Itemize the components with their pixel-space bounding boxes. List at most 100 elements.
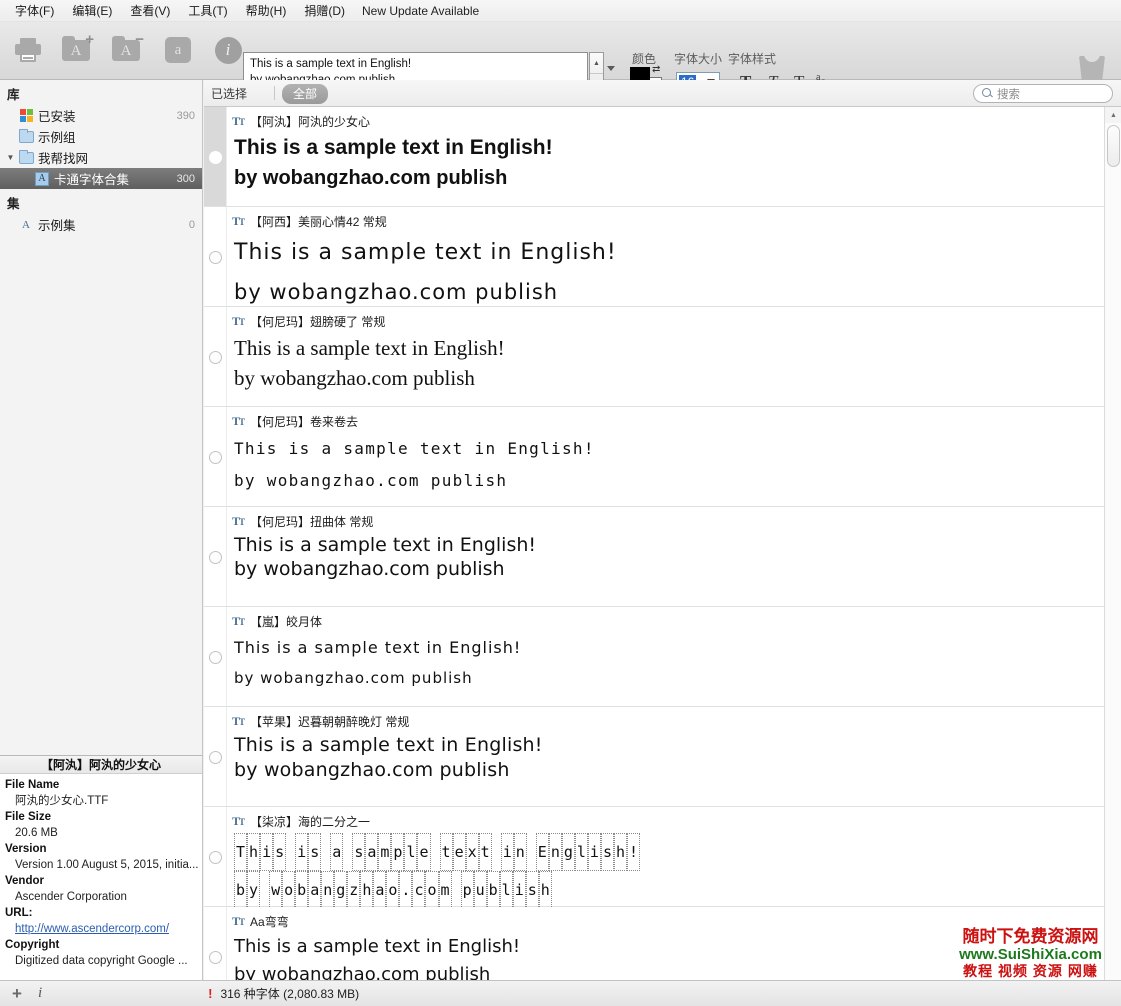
font-list-row[interactable]: TT【苹果】迟暮朝朝醉晚灯 常规 This is a sample text in…	[204, 707, 1121, 807]
font-sample-preview: This is a sample text in English!by woba…	[234, 533, 536, 581]
toolbar: A+ A− a i This is a sample text in Engli…	[0, 22, 1121, 80]
font-select-radio[interactable]	[209, 151, 222, 164]
sidebar-item-count: 300	[177, 173, 202, 185]
folder-icon	[19, 152, 34, 164]
list-header: 已选择 全部 搜索	[204, 80, 1121, 107]
new-update-available-link[interactable]: New Update Available	[354, 2, 487, 20]
add-font-folder-icon: A+	[62, 36, 94, 64]
scrollbar-thumb[interactable]	[1107, 125, 1120, 167]
truetype-icon: TT	[232, 214, 244, 229]
font-sample-line2: by wobangzhao.com publish	[234, 557, 536, 581]
sidebar-item-library-2[interactable]: ▼我帮找网	[0, 147, 202, 168]
font-list[interactable]: TT 【阿汍】阿汍的少女心 This is a sample text in Eng…	[204, 107, 1121, 980]
info-key-5: Copyright	[5, 937, 202, 953]
search-placeholder: 搜索	[997, 86, 1020, 102]
truetype-icon: TT	[232, 914, 244, 929]
swap-colors-icon[interactable]: ⇄	[652, 64, 660, 75]
font-sample-preview: This is a sample text in English!by woba…	[234, 333, 505, 393]
font-select-radio[interactable]	[209, 651, 222, 664]
font-info-button[interactable]: i	[208, 28, 248, 72]
font-select-radio[interactable]	[209, 351, 222, 364]
warning-icon: !	[208, 986, 212, 1001]
sidebar-item-library-3[interactable]: A卡通字体合集300	[0, 168, 202, 189]
menu-item-font[interactable]: 字体(F)	[6, 0, 63, 21]
sidebar-item-library-0[interactable]: 已安装390	[0, 105, 202, 126]
font-list-row[interactable]: TT 【何尼玛】翅膀硬了 常规 This is a sample text in E…	[204, 307, 1121, 407]
info-value-3: Ascender Corporation	[5, 889, 202, 905]
add-font-folder-button[interactable]: A+	[58, 28, 98, 72]
print-button[interactable]	[8, 28, 48, 72]
font-sample-preview: This is a sample text in English!by woba…	[234, 233, 617, 311]
scroll-up-icon[interactable]: ▲	[1105, 107, 1121, 123]
font-name: 【阿西】美丽心情42 常规	[250, 213, 387, 230]
truetype-icon: TT	[232, 114, 244, 129]
twisty-icon[interactable]: ▼	[4, 153, 17, 162]
font-list-row[interactable]: TT 【阿西】美丽心情42 常规 This is a sample text in …	[204, 207, 1121, 307]
menu-item-help[interactable]: 帮助(H)	[237, 0, 296, 21]
font-set-icon: A	[35, 172, 49, 186]
font-name: 【嵐】皎月体	[250, 613, 322, 630]
tab-all[interactable]: 全部	[282, 84, 328, 104]
sidebar-item-library-1[interactable]: 示例组	[0, 126, 202, 147]
font-select-radio[interactable]	[209, 551, 222, 564]
font-select-radio[interactable]	[209, 951, 222, 964]
menu-item-edit[interactable]: 编辑(E)	[63, 0, 121, 21]
font-select-radio[interactable]	[209, 751, 222, 764]
font-name: 【何尼玛】翅膀硬了 常规	[250, 313, 385, 330]
font-sample-preview: This is a sample text in English!by woba…	[234, 133, 553, 193]
info-key-4: URL:	[5, 905, 202, 921]
remove-font-folder-button[interactable]: A−	[108, 28, 148, 72]
menu-item-donate[interactable]: 捐赠(D)	[295, 0, 354, 21]
menu-item-view[interactable]: 查看(V)	[121, 0, 179, 21]
add-button[interactable]: +	[12, 984, 22, 1004]
font-list-row[interactable]: TTAa弯弯This is a sample text in English!b…	[204, 907, 1121, 980]
font-name: 【阿汍】阿汍的少女心	[250, 113, 370, 130]
font-select-radio[interactable]	[209, 251, 222, 264]
tab-selected[interactable]: 已选择	[211, 85, 247, 102]
sidebar-item-label: 已安装	[35, 106, 177, 125]
font-row-header: TT 【嵐】皎月体	[232, 613, 322, 630]
font-row-header: TT【何尼玛】扭曲体 常规	[232, 513, 373, 530]
truetype-icon: TT	[232, 614, 244, 629]
info-value-4[interactable]: http://www.ascendercorp.com/	[5, 921, 202, 937]
sidebar-item-count: 0	[189, 219, 202, 231]
sidebar-item-label: 示例组	[35, 127, 195, 146]
print-icon	[14, 37, 42, 63]
font-sample-preview: This is a sample text in English!by woba…	[234, 733, 543, 783]
font-sample-line2: by wobangzhao.com publish	[234, 758, 543, 783]
font-list-row[interactable]: TT【柒凉】海的二分之一This is a sample text in Eng…	[204, 807, 1121, 907]
sample-text-dropdown-icon[interactable]	[607, 66, 615, 71]
search-input[interactable]: 搜索	[973, 84, 1113, 103]
font-sample-line2: by wobangzhao.com publish	[234, 163, 553, 193]
font-row-header: TT【苹果】迟暮朝朝醉晚灯 常规	[232, 713, 409, 730]
font-list-scrollbar[interactable]: ▲	[1104, 107, 1121, 980]
font-info-title: 【阿汍】阿汍的少女心	[0, 756, 202, 774]
truetype-icon: TT	[232, 714, 244, 729]
font-select-radio[interactable]	[209, 451, 222, 464]
menu-bar: 字体(F) 编辑(E) 查看(V) 工具(T) 帮助(H) 捐赠(D) New …	[0, 0, 1121, 22]
spinner-up-icon[interactable]: ▲	[590, 53, 603, 74]
truetype-icon: TT	[232, 314, 244, 329]
font-sample-line2: by wobangzhao.com publish	[234, 273, 617, 311]
truetype-icon: TT	[232, 514, 244, 529]
font-select-radio[interactable]	[209, 851, 222, 864]
folder-icon	[19, 131, 34, 143]
info-value-5: Digitized data copyright Google ...	[5, 953, 202, 969]
font-sample-line1: This is a sample text in English!	[234, 233, 617, 273]
status-info-button[interactable]: i	[38, 985, 42, 1002]
font-size-label: 字体大小	[674, 50, 722, 67]
font-style-label: 字体样式	[728, 50, 776, 67]
font-list-row[interactable]: TT【何尼玛】卷来卷去This is a sample text in Engl…	[204, 407, 1121, 507]
font-list-row[interactable]: TT 【阿汍】阿汍的少女心 This is a sample text in Eng…	[204, 107, 1121, 207]
sidebar-item-set-0[interactable]: A示例集0	[0, 214, 202, 235]
activate-font-icon: a	[165, 37, 191, 63]
font-sample-preview: This is a sample text in English!by woba…	[234, 933, 520, 980]
menu-item-tools[interactable]: 工具(T)	[179, 0, 236, 21]
font-list-row[interactable]: TT【何尼玛】扭曲体 常规 This is a sample text in En…	[204, 507, 1121, 607]
info-key-0: File Name	[5, 777, 202, 793]
activate-font-button[interactable]: a	[158, 28, 198, 72]
font-list-row[interactable]: TT 【嵐】皎月体 This is a sample text in English…	[204, 607, 1121, 707]
font-manager-window: 字体(F) 编辑(E) 查看(V) 工具(T) 帮助(H) 捐赠(D) New …	[0, 0, 1121, 1006]
font-sample-preview: This is a sample text in English!by woba…	[234, 633, 521, 693]
font-count-status: 316 种字体 (2,080.83 MB)	[220, 985, 359, 1002]
